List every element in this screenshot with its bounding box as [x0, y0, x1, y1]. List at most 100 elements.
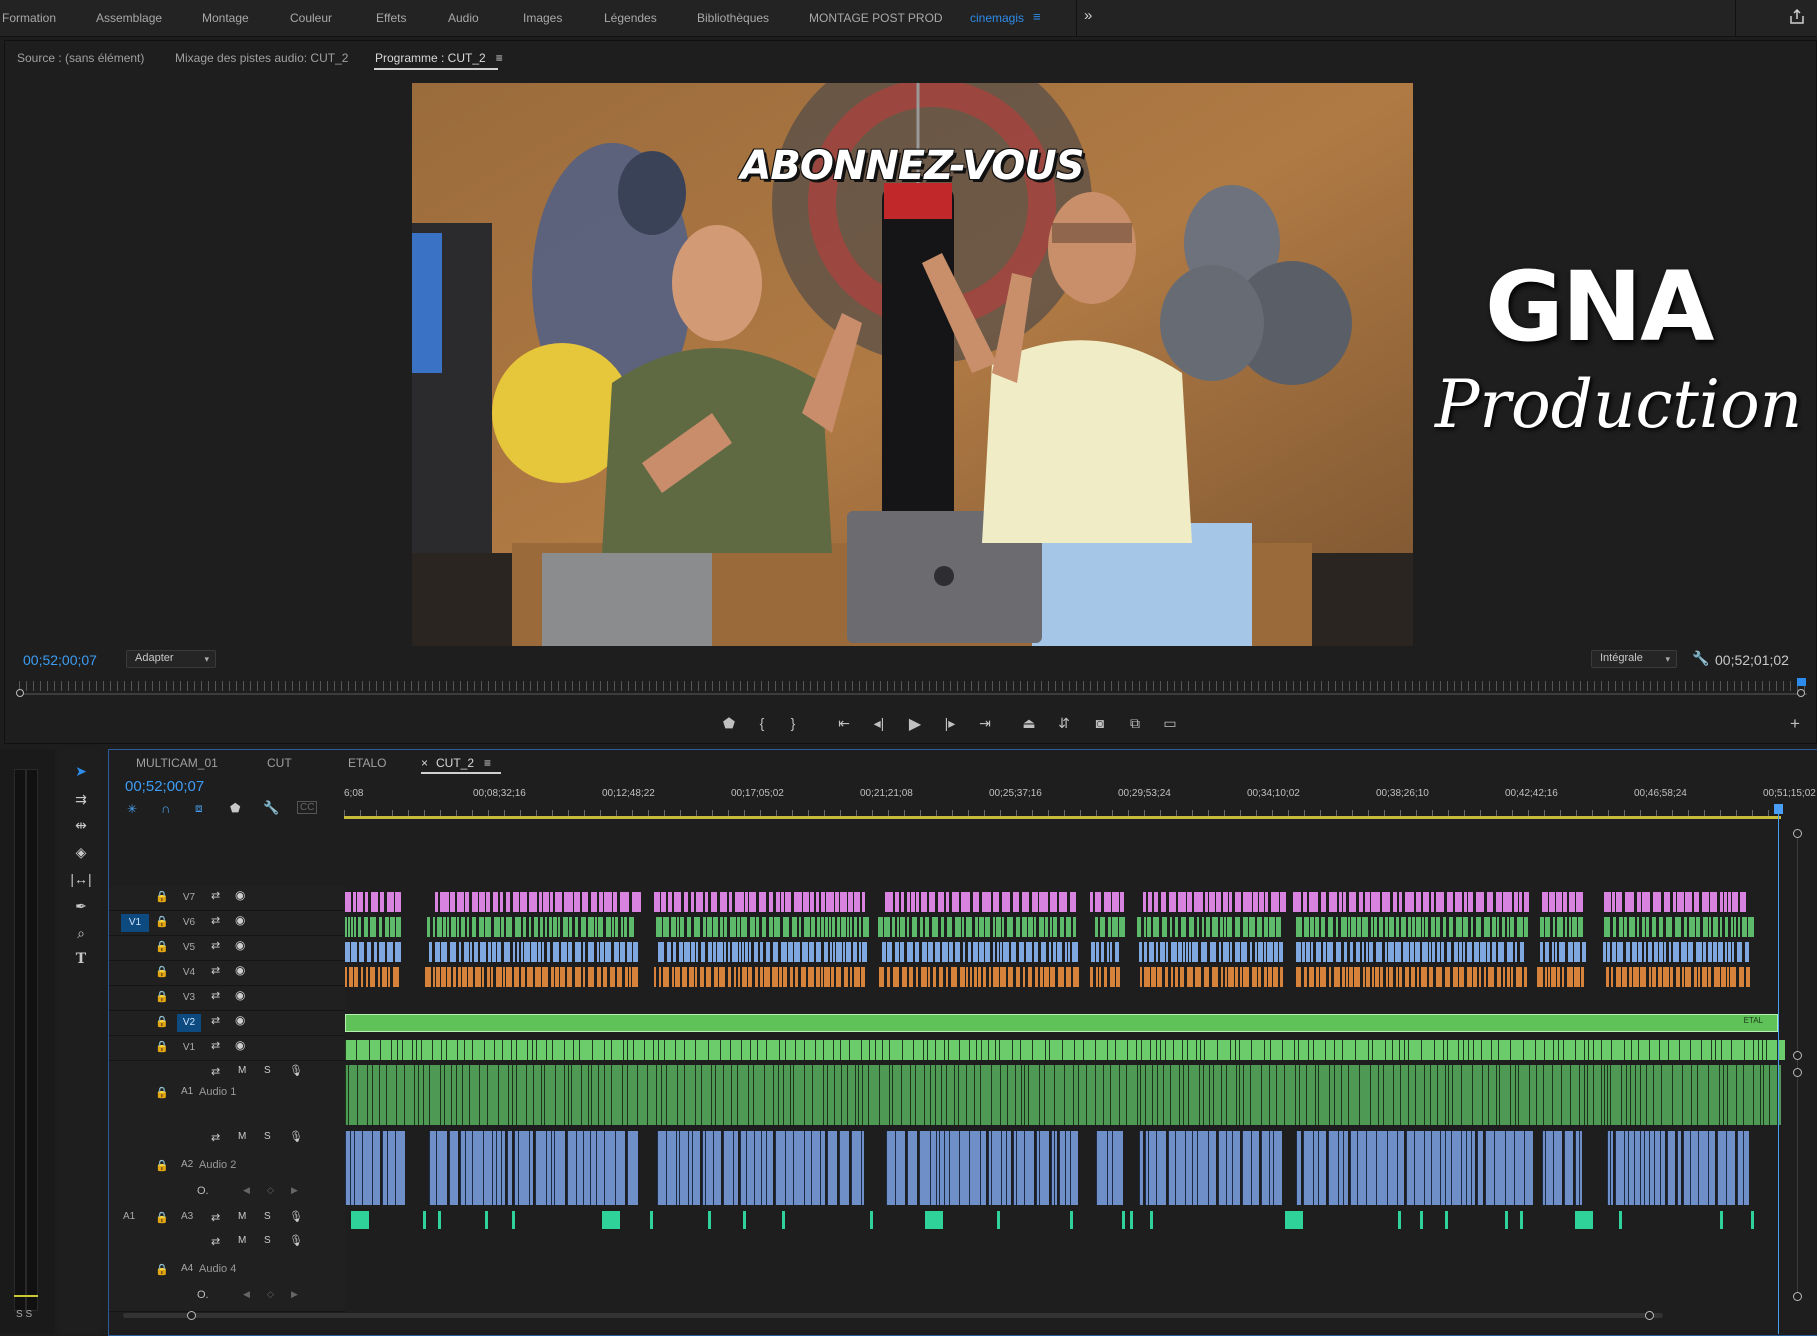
clip-v3[interactable]: [719, 967, 725, 987]
clip-v5[interactable]: [467, 917, 469, 937]
clip-a2[interactable]: [1218, 1131, 1226, 1205]
clip-v4[interactable]: [1223, 942, 1229, 962]
clip-v3[interactable]: [1273, 967, 1278, 987]
clip-v5[interactable]: [364, 917, 368, 937]
clip-v5[interactable]: [1357, 917, 1361, 937]
clip-v5[interactable]: [762, 917, 766, 937]
clip-v4[interactable]: [673, 942, 676, 962]
clip-v5[interactable]: [1731, 917, 1733, 937]
clip-a1[interactable]: [1499, 1065, 1510, 1125]
clip-v1[interactable]: [969, 1040, 976, 1060]
clip-v4[interactable]: [781, 942, 787, 962]
clip-v4[interactable]: [1034, 942, 1038, 962]
clip-a1[interactable]: [604, 1065, 611, 1125]
clip-v6[interactable]: [1542, 892, 1548, 912]
clip-v4[interactable]: [492, 942, 496, 962]
mark-in-icon[interactable]: {: [752, 715, 772, 731]
clip-v5[interactable]: [1095, 917, 1098, 937]
clip-a1[interactable]: [611, 1065, 622, 1125]
clip-v6[interactable]: [1487, 892, 1493, 912]
clip-a2[interactable]: [1477, 1131, 1483, 1205]
clip-v3[interactable]: [695, 967, 697, 987]
clip-v5[interactable]: [713, 917, 718, 937]
clip-v4[interactable]: [531, 942, 537, 962]
clip-v3[interactable]: [755, 967, 758, 987]
clip-v3[interactable]: [893, 967, 899, 987]
zoom-dropdown[interactable]: Adapter ▾: [126, 650, 216, 668]
clip-v5[interactable]: [1045, 917, 1048, 937]
playback-quality-dropdown[interactable]: Intégrale ▾: [1591, 650, 1677, 668]
clip-v5[interactable]: [825, 917, 828, 937]
clip-v5[interactable]: [769, 917, 773, 937]
clip-v1[interactable]: [1593, 1040, 1601, 1060]
clip-a2[interactable]: [785, 1131, 793, 1205]
clip-v1[interactable]: [536, 1040, 546, 1060]
clip-v1[interactable]: [1731, 1040, 1744, 1060]
clip-v6[interactable]: [506, 892, 510, 912]
clip-a3[interactable]: [1150, 1211, 1153, 1229]
clip-v5[interactable]: [615, 917, 618, 937]
clip-a1[interactable]: [1126, 1065, 1137, 1125]
clip-a2[interactable]: [1343, 1131, 1348, 1205]
clip-v1[interactable]: [356, 1040, 369, 1060]
play-icon[interactable]: ▶: [905, 714, 925, 734]
clip-v4[interactable]: [1696, 942, 1702, 962]
clip-v5[interactable]: [553, 917, 557, 937]
clip-v3[interactable]: [1309, 967, 1314, 987]
clip-v6[interactable]: [1265, 892, 1268, 912]
clip-v6[interactable]: [1642, 892, 1650, 912]
clip-v3[interactable]: [659, 967, 661, 987]
clip-a2[interactable]: [1743, 1131, 1749, 1205]
clip-v4[interactable]: [915, 942, 919, 962]
clip-v3[interactable]: [1144, 967, 1150, 987]
clip-v6[interactable]: [457, 892, 464, 912]
clip-v4[interactable]: [684, 942, 690, 962]
clip-v3[interactable]: [1396, 967, 1398, 987]
clip-a2[interactable]: [839, 1131, 849, 1205]
scroll-handle[interactable]: [187, 1311, 196, 1320]
clip-v3[interactable]: [1557, 967, 1560, 987]
clip-v5[interactable]: [925, 917, 929, 937]
clip-v1[interactable]: [604, 1040, 611, 1060]
clip-v1[interactable]: [1251, 1040, 1264, 1060]
clip-v4[interactable]: [658, 942, 664, 962]
clip-v5[interactable]: [1725, 917, 1728, 937]
clip-v3[interactable]: [951, 967, 957, 987]
clip-v5[interactable]: [804, 917, 810, 937]
clip-v3[interactable]: [1606, 967, 1609, 987]
clip-v5[interactable]: [850, 917, 852, 937]
clip-v3[interactable]: [425, 967, 431, 987]
clip-v3[interactable]: [1228, 967, 1234, 987]
clip-v6[interactable]: [1569, 892, 1575, 912]
clip-v3[interactable]: [960, 967, 965, 987]
clip-a2[interactable]: [1414, 1131, 1424, 1205]
clip-v4[interactable]: [524, 942, 530, 962]
clip-a1[interactable]: [469, 1065, 479, 1125]
clip-v4[interactable]: [728, 942, 730, 962]
clip-a2[interactable]: [766, 1131, 773, 1205]
clip-v6[interactable]: [1431, 892, 1434, 912]
clip-a1[interactable]: [1727, 1065, 1736, 1125]
clip-v3[interactable]: [928, 967, 930, 987]
clip-v6[interactable]: [1154, 892, 1158, 912]
clip-v3[interactable]: [1157, 967, 1162, 987]
clip-v5[interactable]: [1175, 917, 1178, 937]
clip-a2[interactable]: [1524, 1131, 1533, 1205]
clip-v3[interactable]: [1511, 967, 1513, 987]
clip-v4[interactable]: [450, 942, 456, 962]
clip-v6[interactable]: [1309, 892, 1318, 912]
clip-a2[interactable]: [615, 1131, 625, 1205]
clip-v3[interactable]: [1171, 967, 1173, 987]
clip-a1[interactable]: [516, 1065, 526, 1125]
clip-v3[interactable]: [993, 967, 999, 987]
clip-v1[interactable]: [464, 1040, 472, 1060]
clip-v5[interactable]: [1257, 917, 1262, 937]
clip-a3[interactable]: [1751, 1211, 1754, 1229]
clip-v3[interactable]: [370, 967, 375, 987]
clip-v3[interactable]: [663, 967, 669, 987]
clip-v4[interactable]: [1664, 942, 1666, 962]
clip-v5[interactable]: [1060, 917, 1064, 937]
clip-v4[interactable]: [1688, 942, 1693, 962]
clip-v1[interactable]: [959, 1040, 969, 1060]
clip-v3[interactable]: [1329, 967, 1331, 987]
